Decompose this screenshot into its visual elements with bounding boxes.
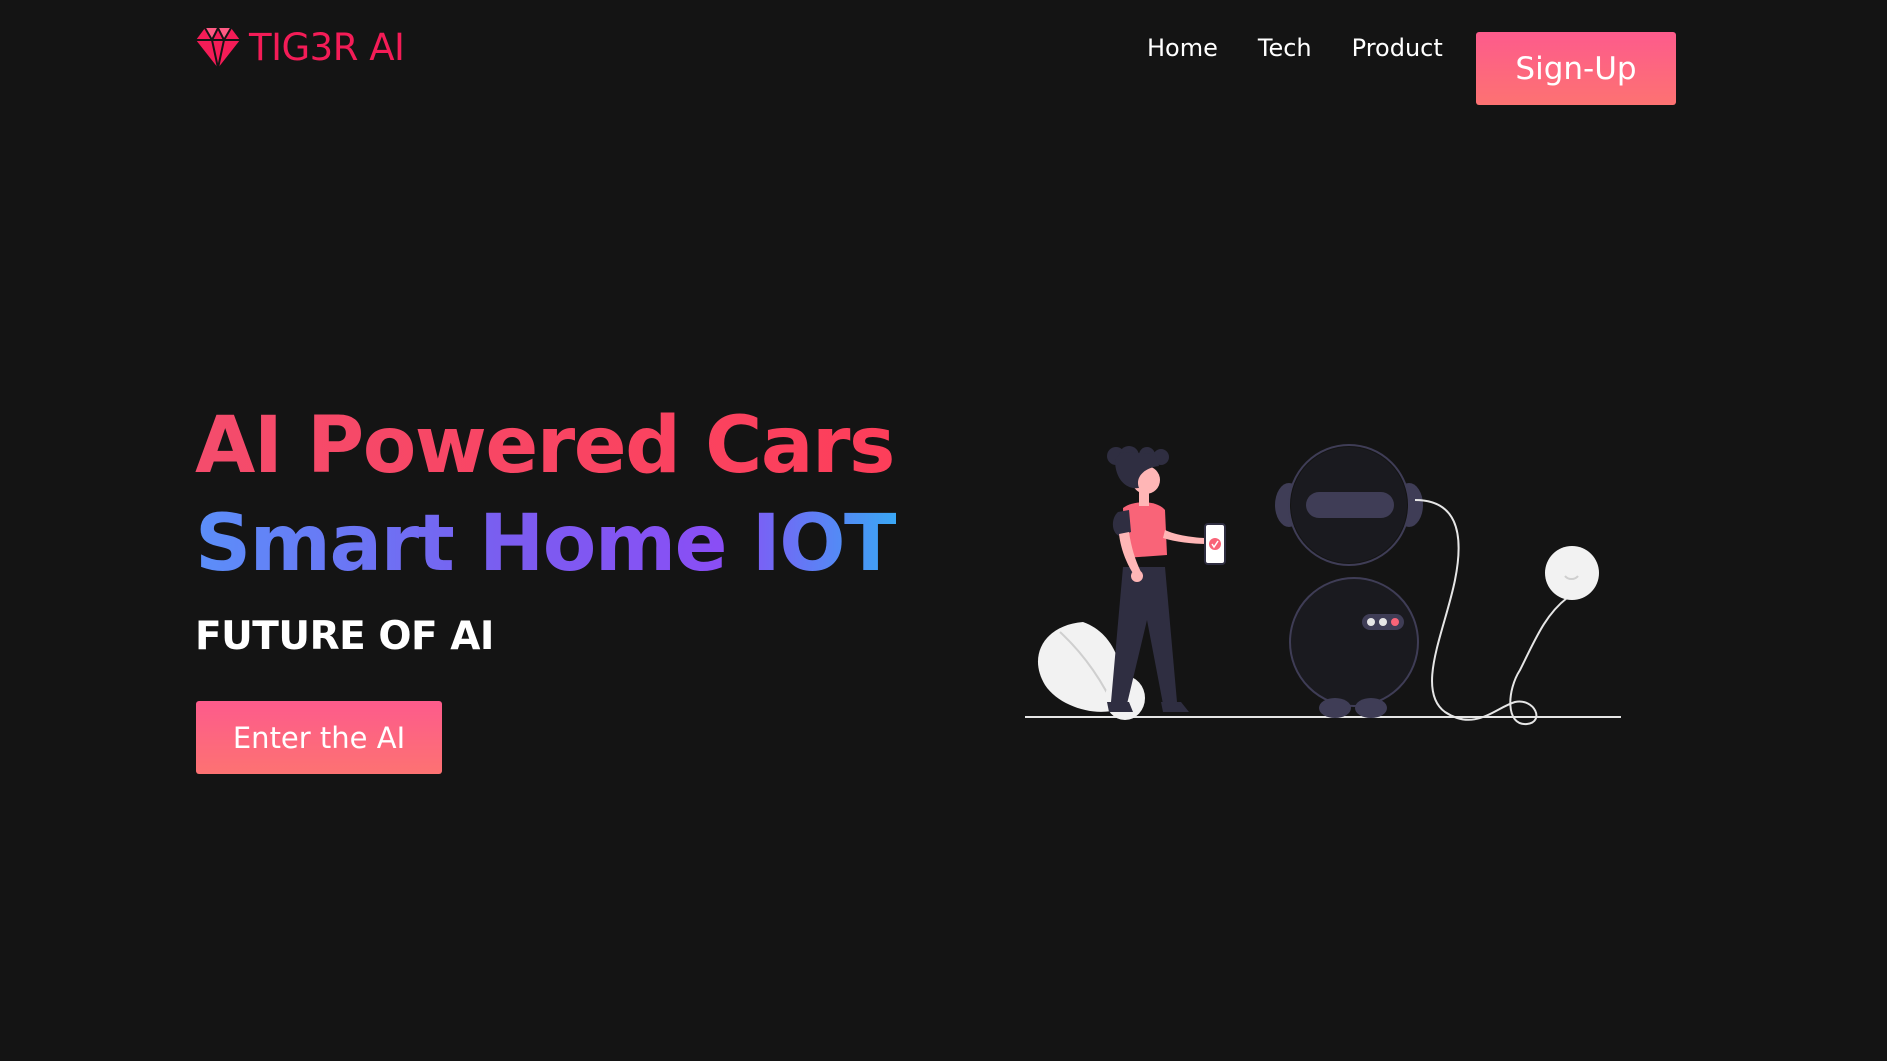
signup-button[interactable]: Sign-Up bbox=[1476, 32, 1676, 105]
outlet-icon bbox=[1545, 546, 1599, 600]
hero-headline-primary: AI Powered Cars bbox=[195, 398, 895, 494]
nav-links: Home Tech Product bbox=[1147, 30, 1443, 66]
robot-figure bbox=[1275, 444, 1423, 718]
logo-text: TIG3R AI bbox=[249, 26, 405, 69]
diamond-icon bbox=[196, 26, 240, 69]
nav-link-product[interactable]: Product bbox=[1352, 30, 1443, 66]
hero-headline-secondary: Smart Home IOT bbox=[195, 496, 897, 592]
woman-with-robot-illustration bbox=[1025, 444, 1621, 726]
woman-figure bbox=[1107, 446, 1226, 712]
nav-link-tech[interactable]: Tech bbox=[1258, 30, 1312, 66]
logo-link[interactable]: TIG3R AI bbox=[195, 26, 405, 70]
enter-ai-button[interactable]: Enter the AI bbox=[196, 701, 442, 774]
hero-subtitle: FUTURE OF AI bbox=[195, 614, 494, 659]
nav-link-home[interactable]: Home bbox=[1147, 30, 1218, 66]
power-cable bbox=[1414, 499, 1568, 726]
landing-page: TIG3R AI Home Tech Product Sign-Up AI Po… bbox=[0, 0, 1887, 1061]
